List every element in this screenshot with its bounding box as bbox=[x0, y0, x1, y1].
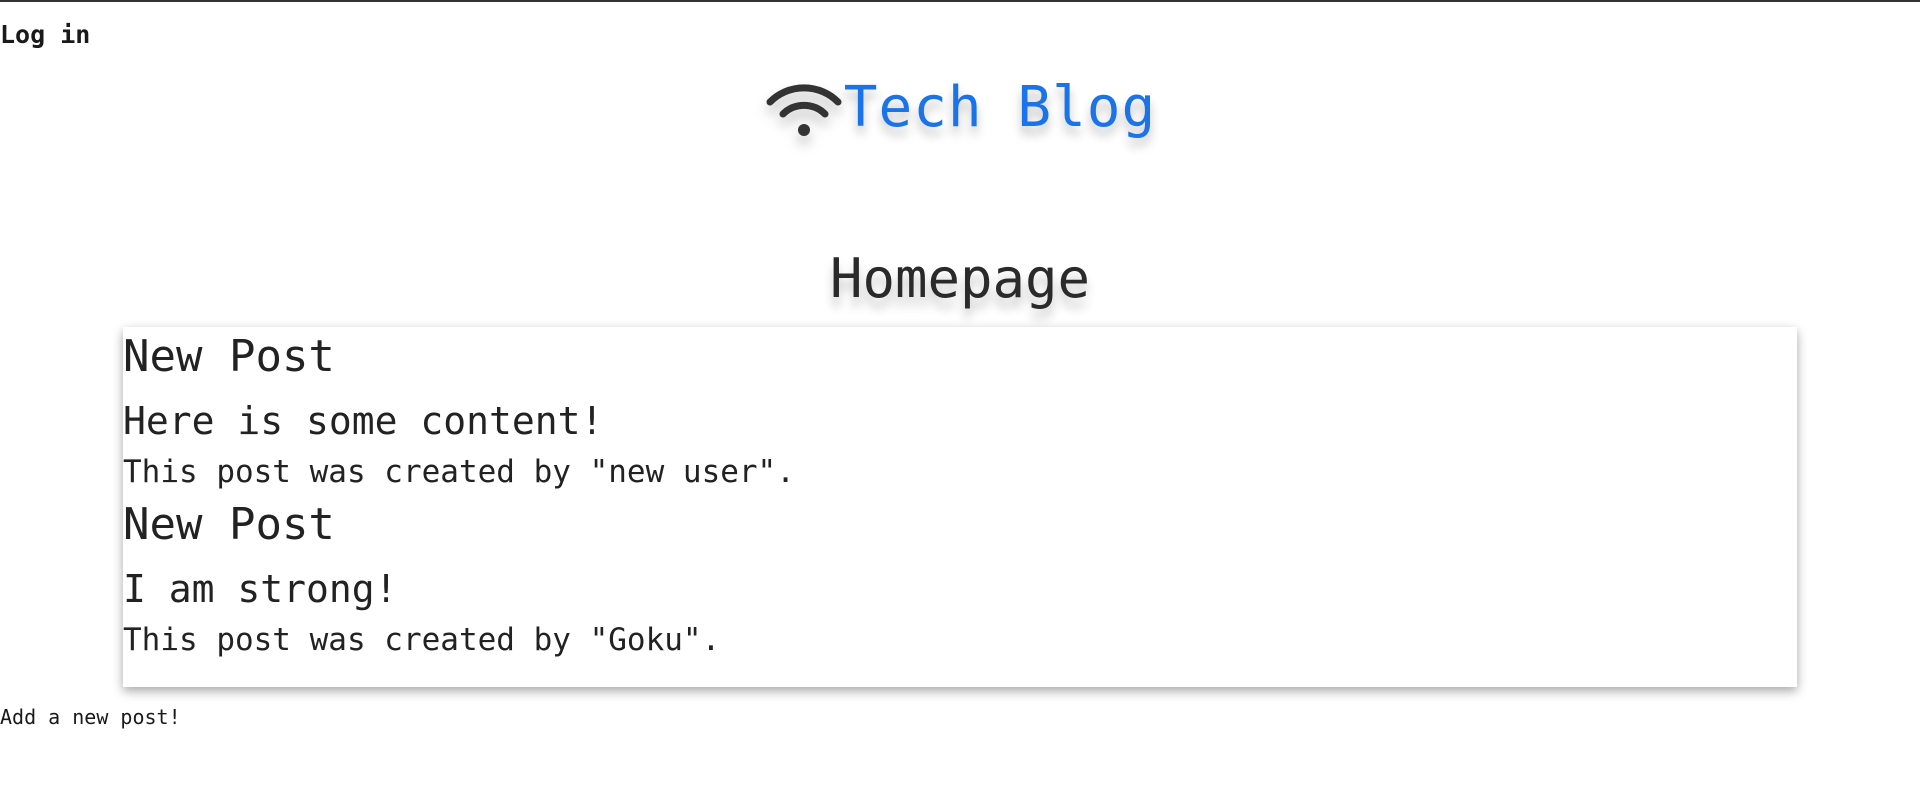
add-post-link[interactable]: Add a new post! bbox=[0, 704, 181, 730]
post-content: Here is some content! bbox=[123, 399, 604, 443]
login-link[interactable]: Log in bbox=[0, 20, 90, 50]
site-header: Tech Blog bbox=[0, 68, 1920, 148]
post-title: New Post bbox=[123, 499, 335, 550]
post-item[interactable]: New Post I am strong! This post was crea… bbox=[123, 495, 1797, 660]
brand[interactable]: Tech Blog bbox=[764, 76, 1156, 140]
wifi-icon bbox=[766, 84, 842, 136]
post-author: This post was created by "Goku". bbox=[123, 622, 721, 658]
post-content: I am strong! bbox=[123, 567, 398, 611]
site-title[interactable]: Tech Blog bbox=[844, 76, 1156, 140]
post-item[interactable]: New Post Here is some content! This post… bbox=[123, 327, 1797, 492]
post-author: This post was created by "new user". bbox=[123, 454, 795, 490]
top-border bbox=[0, 0, 1920, 2]
post-title: New Post bbox=[123, 331, 335, 382]
page-title: Homepage bbox=[829, 247, 1091, 310]
posts-list: New Post Here is some content! This post… bbox=[123, 327, 1797, 687]
